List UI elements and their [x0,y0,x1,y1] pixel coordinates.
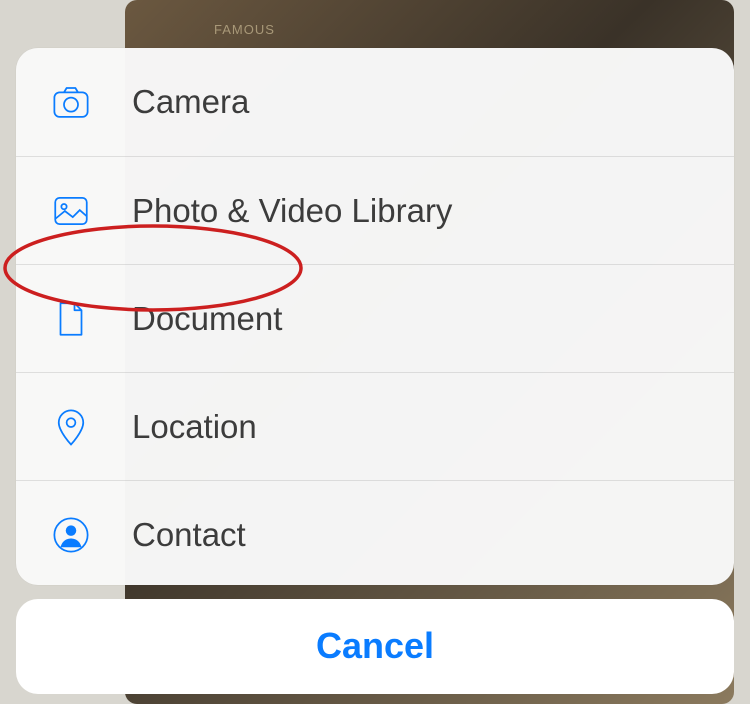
photo-library-icon [50,190,132,232]
action-sheet-container: Camera Photo & Video Library Document [16,48,734,694]
menu-item-contact[interactable]: Contact [16,480,734,585]
menu-item-camera[interactable]: Camera [16,48,734,156]
menu-item-label: Location [132,408,257,446]
menu-item-label: Document [132,300,282,338]
location-pin-icon [50,406,132,448]
cancel-button-label: Cancel [316,625,434,667]
menu-item-location[interactable]: Location [16,372,734,480]
background-partial-text: FAMOUS [214,22,275,37]
cancel-button[interactable]: Cancel [16,599,734,694]
menu-item-label: Photo & Video Library [132,192,452,230]
menu-item-label: Contact [132,516,246,554]
menu-item-document[interactable]: Document [16,264,734,372]
contact-person-icon [50,514,132,556]
menu-item-label: Camera [132,83,249,121]
menu-item-photo-video-library[interactable]: Photo & Video Library [16,156,734,264]
camera-icon [50,81,132,123]
document-icon [50,298,132,340]
attachment-menu-sheet: Camera Photo & Video Library Document [16,48,734,585]
